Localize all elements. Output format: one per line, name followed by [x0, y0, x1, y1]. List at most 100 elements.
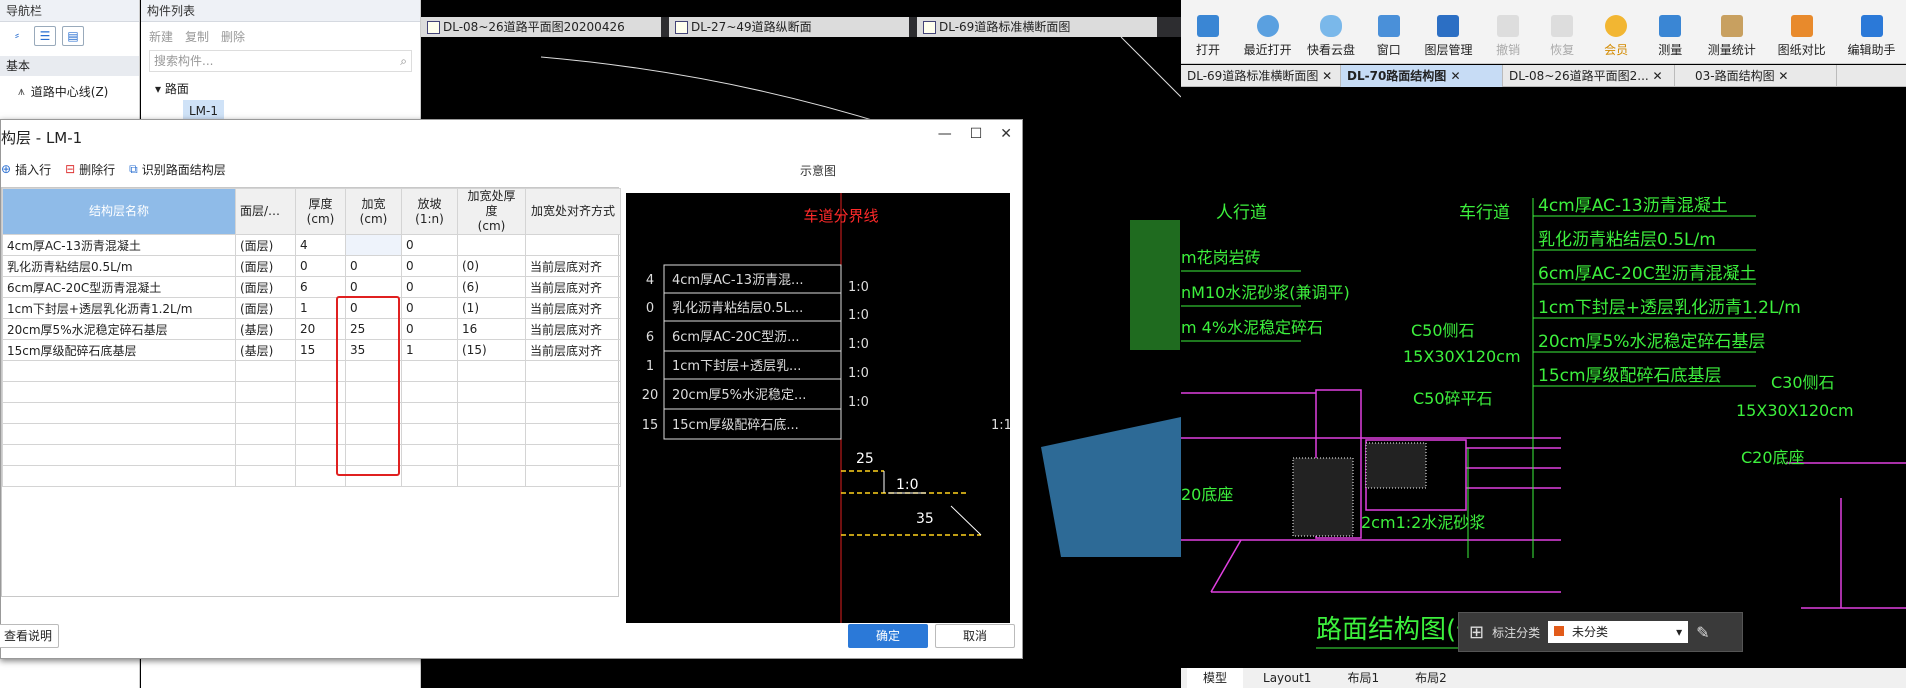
- open-button[interactable]: 打开: [1181, 0, 1235, 64]
- table-cell[interactable]: (基层): [235, 318, 296, 340]
- table-cell[interactable]: [2, 444, 236, 466]
- table-cell[interactable]: 0: [401, 276, 458, 298]
- help-button[interactable]: 查看说明: [0, 624, 59, 648]
- table-cell[interactable]: [525, 465, 621, 487]
- table-cell[interactable]: (1): [457, 297, 526, 319]
- table-cell[interactable]: 6cm厚AC-20C型沥青混凝土: [2, 276, 236, 298]
- cad-tab-2[interactable]: DL-27~49道路纵断面: [669, 17, 909, 37]
- table-cell[interactable]: [457, 360, 526, 382]
- table-cell[interactable]: [345, 234, 402, 256]
- table-cell[interactable]: [235, 360, 296, 382]
- table-cell[interactable]: (6): [457, 276, 526, 298]
- table-cell[interactable]: (15): [457, 339, 526, 361]
- component-search-input[interactable]: 搜索构件... ⌕: [149, 50, 412, 72]
- table-cell[interactable]: [401, 402, 458, 424]
- cancel-button[interactable]: 取消: [935, 624, 1015, 648]
- table-cell[interactable]: [525, 423, 621, 445]
- table-cell[interactable]: [2, 465, 236, 487]
- table-cell[interactable]: [2, 360, 236, 382]
- table-cell[interactable]: [401, 444, 458, 466]
- redo-button[interactable]: 恢复: [1535, 0, 1589, 64]
- compare-button[interactable]: 图纸对比: [1766, 0, 1837, 64]
- table-cell[interactable]: [401, 381, 458, 403]
- table-cell[interactable]: 20cm厚5%水泥稳定碎石基层: [2, 318, 236, 340]
- doc-tab-4[interactable]: 03-路面结构图 ✕: [1675, 65, 1837, 87]
- table-cell[interactable]: [525, 402, 621, 424]
- edit-helper-button[interactable]: 编辑助手: [1837, 0, 1906, 64]
- insert-row-button[interactable]: ⊕ 插入行: [1, 161, 51, 178]
- table-cell[interactable]: [235, 402, 296, 424]
- col-layer-type[interactable]: 面层/基层: [235, 188, 296, 235]
- col-slope[interactable]: 放坡 (1:n): [401, 188, 458, 235]
- doc-tab-1[interactable]: DL-69道路标准横断面图 ✕: [1181, 65, 1341, 87]
- table-cell[interactable]: 4cm厚AC-13沥青混凝土: [2, 234, 236, 256]
- anno-category-select[interactable]: 未分类 ▾: [1548, 621, 1689, 643]
- cad-tab-1[interactable]: DL-08~26道路平面图20200426: [421, 17, 661, 37]
- table-cell[interactable]: [525, 234, 621, 256]
- measure-stats-button[interactable]: 测量统计: [1697, 0, 1766, 64]
- ok-button[interactable]: 确定: [848, 624, 928, 648]
- minimize-icon[interactable]: —: [938, 126, 952, 142]
- table-cell[interactable]: 6: [295, 276, 346, 298]
- cloud-button[interactable]: 快看云盘: [1300, 0, 1362, 64]
- undo-button[interactable]: 撤销: [1481, 0, 1535, 64]
- table-row[interactable]: [2, 423, 621, 445]
- table-cell[interactable]: (面层): [235, 255, 296, 277]
- table-cell[interactable]: [457, 234, 526, 256]
- table-cell[interactable]: 16: [457, 318, 526, 340]
- table-cell[interactable]: [525, 381, 621, 403]
- recognize-layers-button[interactable]: ⧉ 识别路面结构层: [129, 161, 226, 178]
- new-button[interactable]: 新建: [149, 28, 173, 45]
- table-cell[interactable]: 0: [345, 276, 402, 298]
- table-cell[interactable]: 1cm下封层+透层乳化沥青1.2L/m: [2, 297, 236, 319]
- table-cell[interactable]: (面层): [235, 276, 296, 298]
- table-cell[interactable]: (0): [457, 255, 526, 277]
- table-cell[interactable]: [235, 423, 296, 445]
- table-row[interactable]: 15cm厚级配碎石底基层 (基层) 15 35 1 (15) 当前层底对齐: [2, 339, 621, 361]
- delete-button[interactable]: 删除: [221, 28, 245, 45]
- table-row[interactable]: 20cm厚5%水泥稳定碎石基层 (基层) 20 25 0 16 当前层底对齐: [2, 318, 621, 340]
- table-cell[interactable]: 0: [345, 255, 402, 277]
- layer-button[interactable]: 图层管理: [1416, 0, 1481, 64]
- table-cell[interactable]: 乳化沥青粘结层0.5L/m: [2, 255, 236, 277]
- table-cell[interactable]: [525, 360, 621, 382]
- doc-tab-3[interactable]: DL-08~26道路平面图2... ✕: [1503, 65, 1675, 87]
- table-cell[interactable]: [457, 423, 526, 445]
- tree-node-road[interactable]: ▾ 路面: [155, 78, 420, 100]
- table-cell[interactable]: 当前层底对齐: [525, 276, 621, 298]
- list-view-icon[interactable]: ☰: [34, 26, 56, 46]
- table-cell[interactable]: [2, 381, 236, 403]
- table-cell[interactable]: 当前层底对齐: [525, 297, 621, 319]
- layout-tab-buju1[interactable]: 布局1: [1331, 668, 1395, 688]
- layout-tab-model[interactable]: 模型: [1187, 668, 1244, 688]
- table-cell[interactable]: [235, 465, 296, 487]
- table-row[interactable]: [2, 360, 621, 382]
- recent-button[interactable]: 最近打开: [1235, 0, 1300, 64]
- table-cell[interactable]: [235, 444, 296, 466]
- layout-tab-buju2[interactable]: 布局2: [1399, 668, 1463, 688]
- col-widen[interactable]: 加宽 (cm): [345, 188, 402, 235]
- table-cell[interactable]: 0: [401, 297, 458, 319]
- table-row[interactable]: 乳化沥青粘结层0.5L/m (面层) 0 0 0 (0) 当前层底对齐: [2, 255, 621, 277]
- table-cell[interactable]: 当前层底对齐: [525, 255, 621, 277]
- nav-item-road-centerline[interactable]: ⩚ 道路中心线(Z): [0, 76, 139, 106]
- col-thickness[interactable]: 厚度 (cm): [295, 188, 346, 235]
- cad-tab-3[interactable]: DL-69道路标准横断面图: [917, 17, 1157, 37]
- collapse-icon[interactable]: ⸗: [6, 26, 28, 46]
- close-icon[interactable]: ✕: [1000, 126, 1012, 142]
- table-cell[interactable]: 1: [401, 339, 458, 361]
- col-widen-thickness[interactable]: 加宽处厚度 (cm): [457, 188, 526, 235]
- delete-row-button[interactable]: ⊟ 删除行: [65, 161, 115, 178]
- table-cell[interactable]: 当前层底对齐: [525, 339, 621, 361]
- table-cell[interactable]: 当前层底对齐: [525, 318, 621, 340]
- table-cell[interactable]: [401, 360, 458, 382]
- col-layer-name[interactable]: 结构层名称: [2, 188, 236, 235]
- table-cell[interactable]: [401, 465, 458, 487]
- table-cell[interactable]: 0: [401, 255, 458, 277]
- table-cell[interactable]: 0: [295, 255, 346, 277]
- vip-button[interactable]: 会员: [1589, 0, 1643, 64]
- table-row[interactable]: [2, 465, 621, 487]
- maximize-icon[interactable]: ☐: [970, 126, 983, 142]
- table-row[interactable]: [2, 381, 621, 403]
- table-row[interactable]: [2, 402, 621, 424]
